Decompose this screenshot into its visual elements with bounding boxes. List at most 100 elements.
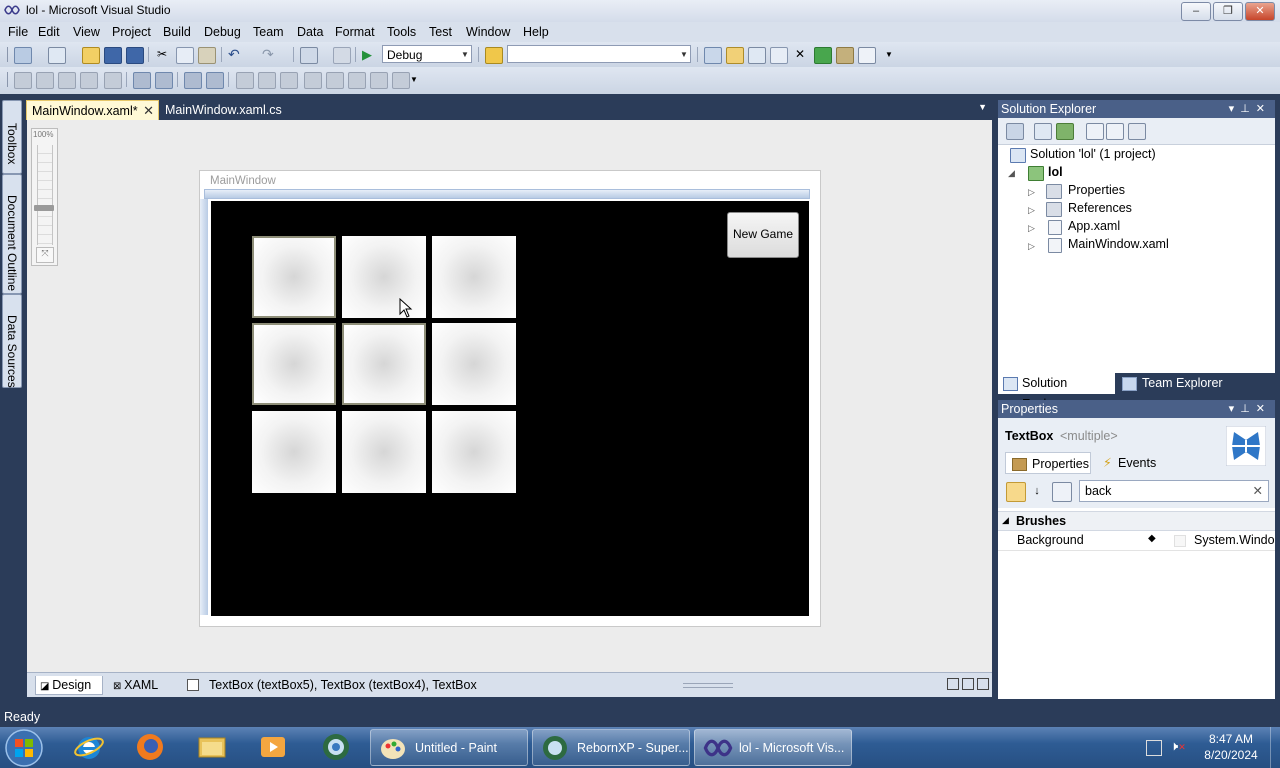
menu-tools[interactable]: Tools <box>387 25 416 39</box>
find-combo[interactable]: ▼ <box>507 45 691 63</box>
media-player-icon[interactable] <box>257 731 289 763</box>
categorized-icon[interactable] <box>1006 482 1026 502</box>
swap-panes-icon[interactable] <box>187 679 199 691</box>
textbox-cell[interactable] <box>342 236 426 318</box>
fit-to-window-icon[interactable]: ⤧ <box>36 247 54 263</box>
zoom-slider[interactable] <box>37 145 53 245</box>
vertical-spacing-icon[interactable] <box>236 72 254 89</box>
file-explorer-icon[interactable] <box>196 731 228 763</box>
document-outline-tab[interactable]: Document Outline <box>2 174 22 294</box>
tree-project-lol[interactable]: lol <box>1048 165 1063 179</box>
refresh-icon[interactable] <box>1056 123 1074 140</box>
view-designer-icon[interactable] <box>1106 123 1124 140</box>
align-lefts-icon[interactable] <box>14 72 32 89</box>
paste-icon[interactable] <box>198 47 216 64</box>
property-search-input[interactable]: back ✕ <box>1079 480 1269 502</box>
toolbar-options-icon[interactable]: ▼ <box>410 72 426 87</box>
network-icon[interactable] <box>1146 740 1162 756</box>
toolbox-toolbar-icon[interactable] <box>770 47 788 64</box>
tab-mainwindow-xaml-cs[interactable]: MainWindow.xaml.cs <box>160 100 290 120</box>
solution-configuration-select[interactable]: Debug ▼ <box>382 45 472 63</box>
tree-properties[interactable]: Properties <box>1068 183 1125 197</box>
menu-window[interactable]: Window <box>466 25 510 39</box>
tree-mainwindow-xaml[interactable]: MainWindow.xaml <box>1068 237 1169 251</box>
collapsed-arrow-icon[interactable]: ▷ <box>1028 187 1035 198</box>
textbox-cell[interactable] <box>432 236 516 318</box>
properties-icon[interactable] <box>1006 123 1024 140</box>
tab-order-icon[interactable] <box>370 72 388 89</box>
tab-solution-explorer[interactable]: Solution Explorer <box>998 373 1115 411</box>
send-to-back-icon[interactable] <box>326 72 344 89</box>
panel-controls[interactable]: ▾⊥✕ <box>1229 400 1271 418</box>
close-button[interactable]: ✕ <box>1245 2 1275 21</box>
clock[interactable]: 8:47 AM 8/20/2024 <box>1196 732 1266 762</box>
menu-help[interactable]: Help <box>523 25 549 39</box>
filter-icon[interactable] <box>1052 482 1072 502</box>
lock-controls-icon[interactable] <box>348 72 366 89</box>
new-game-button[interactable]: New Game <box>727 212 799 258</box>
tree-references[interactable]: References <box>1068 201 1132 215</box>
minimize-button[interactable]: – <box>1181 2 1211 21</box>
command-window-icon[interactable] <box>858 47 876 64</box>
collapsed-arrow-icon[interactable]: ▷ <box>1028 223 1035 234</box>
property-value[interactable]: System.Windo <box>1194 533 1275 547</box>
collapsed-arrow-icon[interactable]: ▷ <box>1028 205 1035 216</box>
menu-build[interactable]: Build <box>163 25 191 39</box>
properties-window-icon[interactable] <box>748 47 766 64</box>
tools-icon[interactable]: ✕ <box>792 47 808 62</box>
textbox-cell[interactable] <box>432 323 516 405</box>
horizontal-split-icon[interactable] <box>962 678 974 690</box>
navigate-forward-icon[interactable] <box>333 47 351 64</box>
align-tops-icon[interactable] <box>80 72 98 89</box>
textbox-cell[interactable] <box>432 411 516 493</box>
textbox-cell[interactable] <box>252 323 336 405</box>
class-view-icon[interactable] <box>836 47 854 64</box>
maximize-button[interactable]: ❐ <box>1213 2 1243 21</box>
menu-view[interactable]: View <box>73 25 100 39</box>
properties-tab-button[interactable]: Properties <box>1005 452 1091 474</box>
panel-controls[interactable]: ▾⊥✕ <box>1229 100 1271 118</box>
property-marker-icon[interactable]: ◆ <box>1148 533 1156 544</box>
menu-data[interactable]: Data <box>297 25 323 39</box>
textbox-cell[interactable] <box>342 411 426 493</box>
zoom-control[interactable]: 100% ⤧ <box>31 128 58 266</box>
design-view-tab[interactable]: ◪ Design <box>35 676 103 695</box>
firefox-icon[interactable] <box>134 731 166 763</box>
menu-project[interactable]: Project <box>112 25 151 39</box>
tree-app-xaml[interactable]: App.xaml <box>1068 219 1120 233</box>
size-to-grid-icon[interactable] <box>184 72 202 89</box>
align-middles-icon[interactable] <box>104 72 122 89</box>
menu-format[interactable]: Format <box>335 25 375 39</box>
cut-icon[interactable]: ✂ <box>154 47 170 62</box>
bring-to-front-icon[interactable] <box>304 72 322 89</box>
center-horizontally-icon[interactable] <box>258 72 276 89</box>
align-centers-icon[interactable] <box>36 72 54 89</box>
vertical-split-icon[interactable] <box>947 678 959 690</box>
navigate-backward-icon[interactable] <box>300 47 318 64</box>
format-icon[interactable] <box>392 72 410 89</box>
tree-solution[interactable]: Solution 'lol' (1 project) <box>1030 147 1156 161</box>
horizontal-spacing-icon[interactable] <box>206 72 224 89</box>
expanded-arrow-icon[interactable]: ◢ <box>1008 168 1015 179</box>
object-browser-icon[interactable] <box>704 47 722 64</box>
redo-icon[interactable]: ↷ <box>262 47 278 62</box>
volume-muted-icon[interactable]: 🕨✕ <box>1170 738 1186 754</box>
column-ruler[interactable] <box>204 189 810 199</box>
menu-test[interactable]: Test <box>429 25 452 39</box>
events-tab-button[interactable]: ⚡ Events <box>1100 452 1170 474</box>
taskbar-rebornxp[interactable]: RebornXP - Super... <box>532 729 690 766</box>
save-icon[interactable] <box>104 47 122 64</box>
selection-breadcrumb[interactable]: TextBox (textBox5), TextBox (textBox4), … <box>205 676 481 694</box>
close-tab-icon[interactable]: ✕ <box>143 101 154 121</box>
internet-explorer-icon[interactable] <box>73 731 105 763</box>
view-class-diagram-icon[interactable] <box>1128 123 1146 140</box>
make-same-width-icon[interactable] <box>133 72 151 89</box>
align-rights-icon[interactable] <box>58 72 76 89</box>
start-button-icon[interactable] <box>4 728 44 768</box>
solution-explorer-toolbar-icon[interactable] <box>726 47 744 64</box>
show-all-files-icon[interactable] <box>1034 123 1052 140</box>
toolbox-tab[interactable]: Toolbox <box>2 100 22 174</box>
property-row-background[interactable]: Background ◆ System.Windo <box>998 530 1275 551</box>
expanded-arrow-icon[interactable]: ◢ <box>1002 515 1009 526</box>
splitter-grip[interactable] <box>683 683 733 688</box>
